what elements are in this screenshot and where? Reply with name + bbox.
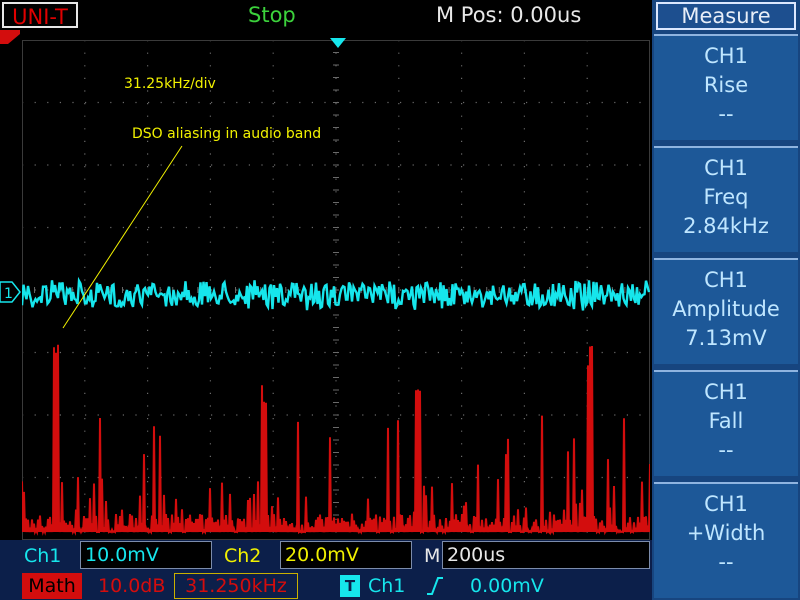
rising-edge-icon <box>427 577 443 595</box>
math-label: Math <box>22 573 82 599</box>
menu-item-ch1-fall[interactable]: CH1 Fall -- <box>654 370 798 476</box>
menu-item-channel: CH1 <box>704 44 748 68</box>
menu-item-channel: CH1 <box>704 268 748 292</box>
menu-item-channel: CH1 <box>704 380 748 404</box>
ch1-level-marker[interactable]: 1 <box>0 280 22 304</box>
trigger-level[interactable]: 0.00mV <box>470 573 544 599</box>
run-status[interactable]: Stop <box>248 2 296 28</box>
menu-item-value: 2.84kHz <box>683 214 769 238</box>
menu-item-ch1-freq[interactable]: CH1 Freq 2.84kHz <box>654 146 798 252</box>
horizontal-position-readout: M Pos: 0.00us <box>436 3 582 27</box>
ch1-scale[interactable]: 10.0mV <box>80 541 212 569</box>
menu-item-ch1-positive-width[interactable]: CH1 +Width -- <box>654 482 798 598</box>
waveform-display[interactable] <box>22 40 650 540</box>
menu-item-channel: CH1 <box>704 156 748 180</box>
math-scale[interactable]: 10.0dB <box>98 573 165 599</box>
menu-item-ch1-rise[interactable]: CH1 Rise -- <box>654 34 798 140</box>
timebase-scale[interactable]: 200us <box>442 541 650 569</box>
menu-item-ch1-amplitude[interactable]: CH1 Amplitude 7.13mV <box>654 258 798 364</box>
ch2-label: Ch2 <box>224 545 262 567</box>
menu-item-value: -- <box>718 438 734 462</box>
math-fft-trace <box>22 344 650 536</box>
ch1-label: Ch1 <box>24 545 62 567</box>
menu-item-channel: CH1 <box>704 492 748 516</box>
trigger-source[interactable]: Ch1 <box>368 573 405 599</box>
ch1-top-marker-icon <box>0 30 20 44</box>
trigger-position-icon <box>330 38 346 48</box>
annotation-scale: 31.25kHz/div <box>124 76 216 92</box>
menu-item-value: -- <box>718 550 734 574</box>
ch2-scale[interactable]: 20.0mV <box>280 541 412 569</box>
menu-item-measure: Rise <box>703 73 749 97</box>
ch1-noise-trace <box>22 276 650 311</box>
menu-item-value: -- <box>718 102 734 126</box>
timebase-label: M <box>424 545 441 567</box>
menu-item-measure: Freq <box>703 185 749 209</box>
ch1-marker-label: 1 <box>4 286 13 302</box>
annotation-aliasing: DSO aliasing in audio band <box>132 126 322 142</box>
brand-logo: UNI-T <box>2 2 78 29</box>
menu-item-measure: Fall <box>708 409 744 433</box>
menu-item-measure: +Width <box>686 521 766 545</box>
trigger-icon: T <box>340 575 360 597</box>
math-frequency[interactable]: 31.250kHz <box>174 573 298 599</box>
grid-and-traces <box>22 40 650 540</box>
menu-item-value: 7.13mV <box>685 326 767 350</box>
measure-menu-title[interactable]: Measure <box>656 2 796 30</box>
menu-item-measure: Amplitude <box>672 297 780 321</box>
